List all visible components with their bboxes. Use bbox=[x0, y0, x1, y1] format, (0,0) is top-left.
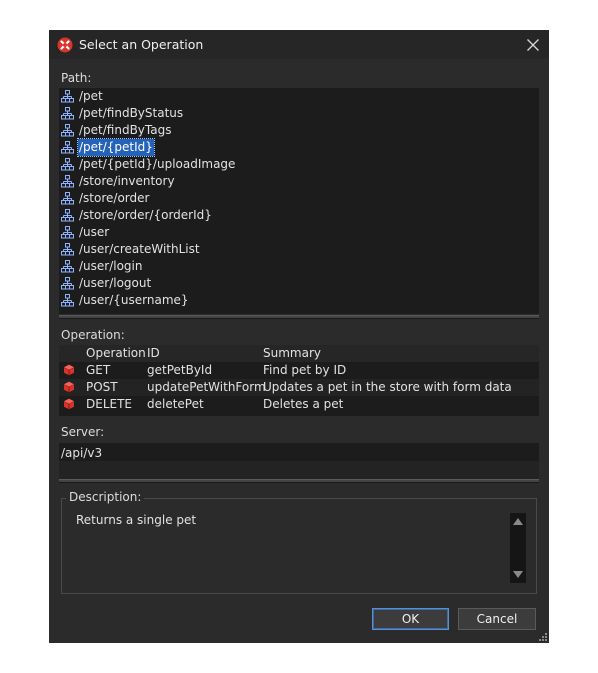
description-text: Returns a single pet bbox=[76, 513, 197, 527]
operation-summary: Find pet by ID bbox=[263, 363, 347, 377]
operation-id: updatePetWithForm bbox=[147, 380, 266, 394]
scroll-up-icon[interactable] bbox=[513, 518, 523, 525]
table-row[interactable]: DELETE deletePet Deletes a pet bbox=[59, 396, 539, 413]
operation-method: GET bbox=[86, 363, 111, 377]
server-splitter[interactable] bbox=[59, 479, 539, 483]
select-operation-dialog: Select an Operation Path: /pet/pet/findB… bbox=[49, 30, 549, 643]
path-splitter[interactable] bbox=[59, 315, 539, 319]
operation-summary: Deletes a pet bbox=[263, 397, 344, 411]
table-header: Operation ID Summary bbox=[59, 345, 539, 362]
path-item[interactable]: /pet/{petId}/uploadImage bbox=[61, 156, 236, 173]
path-item[interactable]: /user/login bbox=[61, 258, 144, 275]
table-row[interactable]: GET getPetById Find pet by ID bbox=[59, 362, 539, 379]
path-item-label: /store/order bbox=[79, 191, 150, 205]
path-tree-icon bbox=[61, 209, 74, 222]
path-tree-icon bbox=[61, 141, 74, 154]
path-item[interactable]: /user/createWithList bbox=[61, 241, 201, 258]
path-tree-icon bbox=[61, 158, 74, 171]
column-header-summary[interactable]: Summary bbox=[263, 345, 321, 362]
path-tree-icon bbox=[61, 124, 74, 137]
column-header-id[interactable]: ID bbox=[147, 345, 160, 362]
path-item-label: /pet/findByStatus bbox=[79, 106, 184, 120]
path-item[interactable]: /user/{username} bbox=[61, 292, 190, 309]
resize-grip-icon[interactable] bbox=[539, 633, 547, 641]
operation-method: DELETE bbox=[86, 397, 133, 411]
path-tree-icon bbox=[61, 243, 74, 256]
operation-cube-icon bbox=[63, 398, 75, 410]
close-icon[interactable] bbox=[523, 35, 543, 55]
path-tree-icon bbox=[61, 226, 74, 239]
operation-id: getPetById bbox=[147, 363, 213, 377]
path-item[interactable]: /user bbox=[61, 224, 110, 241]
path-tree-icon bbox=[61, 107, 74, 120]
operation-table[interactable]: Operation ID Summary GET getPetById Find p… bbox=[59, 345, 539, 416]
path-item-label: /user/logout bbox=[79, 276, 152, 290]
path-list[interactable]: /pet/pet/findByStatus/pet/findByTags/pet… bbox=[59, 88, 539, 314]
app-logo-icon bbox=[57, 37, 73, 53]
server-input[interactable] bbox=[59, 461, 539, 479]
path-item-label: /user/login bbox=[79, 259, 143, 273]
server-list[interactable]: /api/v3 bbox=[59, 443, 539, 479]
path-item-label: /user bbox=[79, 225, 110, 239]
path-tree-icon bbox=[61, 260, 74, 273]
path-item[interactable]: /store/order/{orderId} bbox=[61, 207, 213, 224]
operation-label: Operation: bbox=[61, 328, 125, 342]
path-tree-icon bbox=[61, 90, 74, 103]
path-tree-icon bbox=[61, 277, 74, 290]
operation-cube-icon bbox=[63, 364, 75, 376]
table-row[interactable]: POST updatePetWithForm Updates a pet in th… bbox=[59, 379, 539, 396]
column-header-operation[interactable]: Operation bbox=[86, 345, 146, 362]
operation-method: POST bbox=[86, 380, 118, 394]
description-label: Description: bbox=[66, 490, 145, 504]
path-tree-icon bbox=[61, 294, 74, 307]
path-item-label: /pet/findByTags bbox=[79, 123, 172, 137]
ok-button[interactable]: OK bbox=[372, 608, 449, 630]
title-bar[interactable]: Select an Operation bbox=[49, 30, 549, 59]
path-item-label: /store/order/{orderId} bbox=[79, 208, 212, 222]
path-item-label: /pet bbox=[79, 89, 103, 103]
path-item-label: /pet/{petId} bbox=[77, 138, 155, 157]
dialog-title: Select an Operation bbox=[79, 37, 204, 52]
path-tree-icon bbox=[61, 192, 74, 205]
path-item[interactable]: /store/inventory bbox=[61, 173, 176, 190]
path-item[interactable]: /pet/findByTags bbox=[61, 122, 172, 139]
path-tree-icon bbox=[61, 175, 74, 188]
server-value[interactable]: /api/v3 bbox=[61, 445, 102, 461]
path-label: Path: bbox=[61, 71, 92, 85]
path-item-label: /user/{username} bbox=[79, 293, 189, 307]
description-group: Description: Returns a single pet bbox=[61, 490, 537, 594]
path-item[interactable]: /user/logout bbox=[61, 275, 152, 292]
operation-id: deletePet bbox=[147, 397, 204, 411]
description-scrollbar[interactable] bbox=[510, 513, 526, 583]
path-item[interactable]: /store/order bbox=[61, 190, 150, 207]
server-label: Server: bbox=[61, 425, 105, 439]
cancel-button[interactable]: Cancel bbox=[458, 608, 536, 630]
path-item-label: /pet/{petId}/uploadImage bbox=[79, 157, 236, 171]
operation-summary: Updates a pet in the store with form dat… bbox=[263, 380, 512, 394]
path-item[interactable]: /pet bbox=[61, 88, 104, 105]
operation-cube-icon bbox=[63, 381, 75, 393]
path-item[interactable]: /pet/{petId} bbox=[61, 138, 155, 157]
path-item-label: /user/createWithList bbox=[79, 242, 200, 256]
scroll-down-icon[interactable] bbox=[513, 571, 523, 578]
path-item[interactable]: /pet/findByStatus bbox=[61, 105, 184, 122]
path-item-label: /store/inventory bbox=[79, 174, 175, 188]
